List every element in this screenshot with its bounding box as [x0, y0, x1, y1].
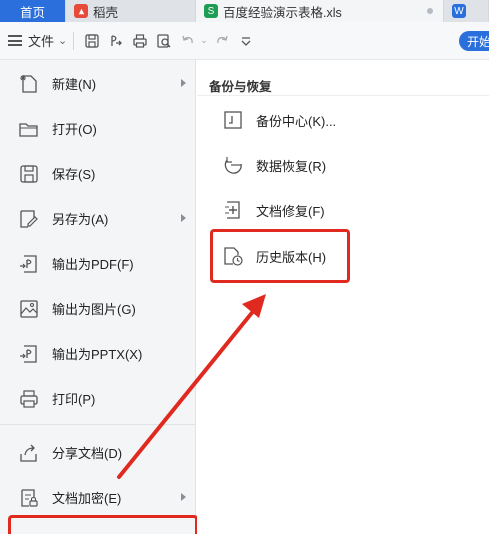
chevron-down-icon: ⌄	[58, 35, 68, 47]
menu-item-save-as[interactable]: 另存为(A)	[0, 196, 196, 241]
backup-center-icon	[221, 108, 245, 132]
menu-item-label: 保存(S)	[52, 167, 96, 182]
tab-home-label: 首页	[19, 5, 45, 20]
more-icon[interactable]	[237, 32, 255, 50]
menu-item-label: 输出为PPTX(X)	[52, 347, 143, 362]
file-menu: 新建(N) 打开(O) 保存(S) 另存为(A) 输出为PDF(F) 输出为图片…	[0, 60, 198, 534]
pdf-icon	[17, 252, 41, 276]
word-icon: W	[452, 4, 466, 18]
menu-item-export-pptx[interactable]: 输出为PPTX(X)	[0, 331, 196, 376]
menu-item-share[interactable]: 分享文档(D)	[0, 430, 196, 475]
backup-recovery-panel: 备份与恢复 备份中心(K)... 数据恢复(R) 文档修复(F) 历史版本(H)	[197, 60, 489, 534]
menu-item-print[interactable]: 打印(P)	[0, 376, 196, 421]
submenu-arrow-icon	[181, 493, 186, 501]
tab-docer[interactable]: 稻壳	[66, 0, 196, 22]
menu-item-encrypt[interactable]: 文档加密(E)	[0, 475, 196, 520]
print-icon[interactable]	[131, 32, 149, 50]
print-icon	[17, 387, 41, 411]
menu-item-label: 新建(N)	[52, 77, 97, 92]
menu-item-label: 输出为图片(G)	[52, 302, 136, 317]
undo-icon[interactable]	[179, 32, 197, 50]
save-icon[interactable]	[83, 32, 101, 50]
image-icon	[17, 297, 41, 321]
tab-spreadsheet[interactable]: S 百度经验演示表格.xls	[196, 0, 444, 22]
share-icon	[17, 441, 41, 465]
tab-close-dot-icon[interactable]	[427, 8, 433, 14]
section-title: 备份与恢复	[209, 80, 272, 94]
tab-spreadsheet-label: 百度经验演示表格.xls	[223, 5, 342, 20]
tab-bar: 首页 稻壳 S 百度经验演示表格.xls W	[0, 0, 489, 22]
tab-docer-label: 稻壳	[93, 5, 119, 20]
highlight-box-backup-menu	[8, 515, 198, 534]
save-as-icon	[17, 207, 41, 231]
start-button-label: 开始	[467, 34, 489, 49]
file-menu-label: 文件	[28, 34, 55, 49]
menu-item-open[interactable]: 打开(O)	[0, 106, 196, 151]
menu-item-label: 另存为(A)	[52, 212, 109, 227]
folder-icon	[17, 117, 41, 141]
encrypt-icon	[17, 486, 41, 510]
redo-icon[interactable]	[213, 32, 231, 50]
new-doc-icon	[17, 72, 41, 96]
menu-item-label: 分享文档(D)	[52, 446, 123, 461]
doc-repair-label: 文档修复(F)	[256, 203, 325, 219]
save-icon	[17, 162, 41, 186]
submenu-arrow-icon	[181, 79, 186, 87]
hamburger-icon	[8, 35, 22, 46]
section-divider	[197, 95, 489, 96]
start-button[interactable]: 开始	[459, 31, 489, 51]
data-recovery-icon	[221, 153, 245, 177]
menu-item-label: 输出为PDF(F)	[52, 257, 134, 272]
backup-center-item[interactable]: 备份中心(K)...	[221, 102, 336, 138]
menu-item-label: 打开(O)	[52, 122, 97, 137]
menu-item-new[interactable]: 新建(N)	[0, 61, 196, 106]
pptx-icon	[17, 342, 41, 366]
toolbar: 文件 ⌄ ⌄ 开始	[0, 22, 489, 60]
highlight-box-history-version	[210, 229, 350, 283]
tab-home[interactable]: 首页	[0, 0, 66, 22]
data-recovery-item[interactable]: 数据恢复(R)	[221, 147, 326, 183]
menu-item-export-pdf[interactable]: 输出为PDF(F)	[0, 241, 196, 286]
menu-item-save[interactable]: 保存(S)	[0, 151, 196, 196]
menu-item-label: 文档加密(E)	[52, 491, 122, 506]
submenu-arrow-icon	[181, 214, 186, 222]
file-menu-button[interactable]: 文件 ⌄	[0, 22, 67, 59]
print-preview-icon[interactable]	[155, 32, 173, 50]
spreadsheet-icon: S	[204, 4, 218, 18]
data-recovery-label: 数据恢复(R)	[256, 158, 327, 174]
doc-repair-item[interactable]: 文档修复(F)	[221, 192, 325, 228]
undo-dropdown-icon[interactable]: ⌄	[200, 35, 208, 46]
export-icon[interactable]	[107, 32, 125, 50]
docer-icon	[74, 4, 88, 18]
toolbar-divider	[73, 31, 75, 50]
backup-center-label: 备份中心(K)...	[256, 113, 337, 129]
menu-item-export-image[interactable]: 输出为图片(G)	[0, 286, 196, 331]
doc-repair-icon	[221, 198, 245, 222]
tab-word[interactable]: W	[444, 0, 489, 22]
menu-item-label: 打印(P)	[52, 392, 96, 407]
menu-divider	[0, 424, 196, 425]
